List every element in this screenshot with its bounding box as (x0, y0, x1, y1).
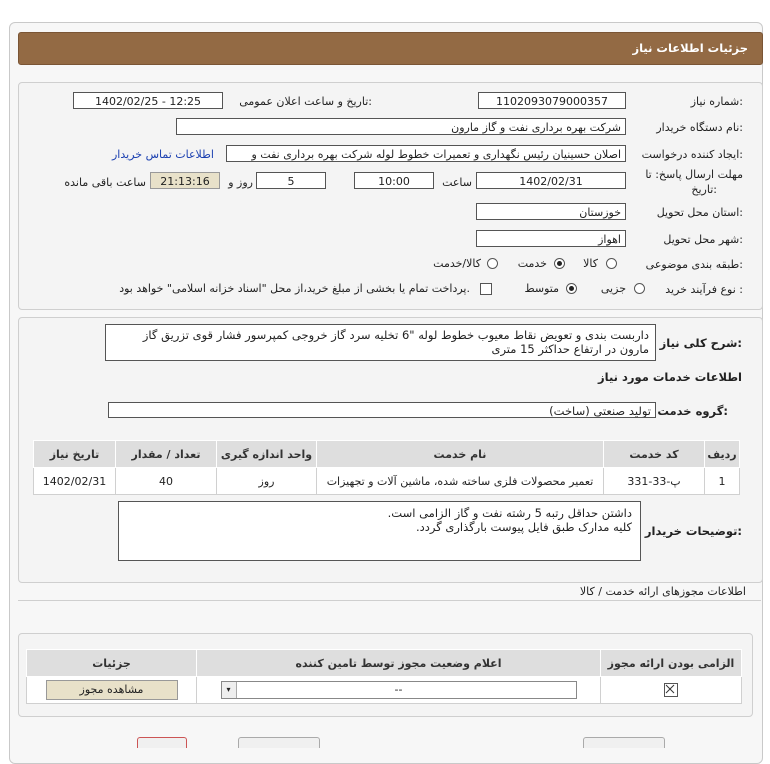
permits-table: الزامی بودن ارائه مجوز اعلام وضعیت مجوز … (26, 649, 742, 704)
process-option-minor: جزیی (600, 282, 626, 295)
buyer-label: نام دستگاه خریدار: (656, 121, 743, 134)
remaining-label: ساعت باقی مانده (64, 176, 146, 189)
deadline-time-field: 10:00 (354, 172, 434, 189)
deadline-label-date: تاریخ: (691, 183, 717, 196)
deadline-label: مهلت ارسال پاسخ: تا (645, 168, 743, 181)
process-radio-minor[interactable] (634, 283, 645, 294)
buyer-notes-label: توضیحات خریدار: (644, 524, 742, 538)
category-radio-service[interactable] (554, 258, 565, 269)
col-name: نام خدمت (316, 440, 604, 468)
city-label: شهر محل تحویل: (663, 233, 743, 246)
service-group-label: گروه خدمت: (657, 404, 728, 418)
category-radio-goods[interactable] (606, 258, 617, 269)
city-field: اهواز (476, 230, 626, 247)
process-option-medium: متوسط (524, 282, 559, 295)
permits-table-header: الزامی بودن ارائه مجوز اعلام وضعیت مجوز … (26, 649, 742, 677)
bottom-button-left[interactable] (137, 737, 187, 748)
permit-status-value: -- (394, 683, 403, 696)
services-section-title: اطلاعات خدمات مورد نیاز (598, 370, 742, 384)
required-cell (600, 676, 742, 704)
page-header: جزئیات اطلاعات نیاز (18, 32, 763, 65)
description-field: داربست بندی و تعویض نقاط معیوب خطوط لوله… (105, 324, 656, 361)
permits-section-title: اطلاعات مجوزهای ارائه خدمت / کالا (579, 585, 746, 598)
days-label: روز و (228, 176, 253, 189)
col-row: ردیف (704, 440, 740, 468)
requester-label: ایجاد کننده درخواست: (641, 148, 743, 161)
category-option-goods: کالا (583, 257, 598, 270)
need-number-field: 1102093079000357 (478, 92, 626, 109)
permits-divider (18, 600, 761, 601)
announce-label: تاریخ و ساعت اعلان عمومی: (239, 95, 372, 108)
description-label: شرح کلی نیاز: (659, 336, 742, 350)
col-unit: واحد اندازه گیری (216, 440, 317, 468)
buyer-notes-line-1: داشتن حداقل رتبه 5 رشته نفت و گاز الزامی… (387, 506, 632, 520)
cell-name: تعمیر محصولات فلزی ساخته شده، ماشین آلات… (316, 467, 604, 495)
col-status: اعلام وضعیت مجوز توسط تامین کننده (196, 649, 601, 677)
details-cell: مشاهده مجوز (26, 676, 197, 704)
service-group-field: تولید صنعتی (ساخت) (108, 402, 656, 418)
category-option-both: کالا/خدمت (433, 257, 481, 270)
province-field: خوزستان (476, 203, 626, 220)
buyer-notes-field: داشتن حداقل رتبه 5 رشته نفت و گاز الزامی… (118, 501, 641, 561)
need-number-label: شماره نیاز: (690, 95, 743, 108)
requester-field: اصلان حسینیان رئیس نگهداری و تعمیرات خطو… (226, 145, 626, 162)
col-qty: تعداد / مقدار (115, 440, 217, 468)
info-panel (18, 82, 763, 310)
table-row: 1 پ-33-331 تعمیر محصولات فلزی ساخته شده،… (33, 467, 740, 495)
services-table-header: ردیف کد خدمت نام خدمت واحد اندازه گیری ت… (33, 440, 740, 468)
services-table: ردیف کد خدمت نام خدمت واحد اندازه گیری ت… (33, 440, 740, 495)
col-details: جزئیات (26, 649, 197, 677)
remaining-time-field: 21:13:16 (150, 172, 220, 189)
buyer-notes-line-2: کلیه مدارک طبق فایل پیوست بارگذاری گردد. (416, 520, 632, 534)
col-required: الزامی بودن ارائه مجوز (600, 649, 742, 677)
page-title: جزئیات اطلاعات نیاز (632, 41, 748, 55)
view-permit-button[interactable]: مشاهده مجوز (45, 680, 178, 700)
required-checkbox (664, 683, 678, 697)
col-date: تاریخ نیاز (33, 440, 116, 468)
chevron-down-icon: ▾ (221, 682, 237, 698)
process-radio-medium[interactable] (566, 283, 577, 294)
contact-buyer-link[interactable]: اطلاعات تماس خریدار (112, 148, 214, 161)
status-cell: -- ▾ (196, 676, 601, 704)
cell-unit: روز (216, 467, 317, 495)
permit-row: -- ▾ مشاهده مجوز (26, 676, 742, 704)
permit-status-select[interactable]: -- ▾ (220, 681, 577, 699)
cell-row: 1 (704, 467, 740, 495)
payment-note: پرداخت تمام یا بخشی از مبلغ خرید،از محل … (119, 282, 470, 295)
col-code: کد خدمت (603, 440, 705, 468)
province-label: استان محل تحویل: (656, 206, 743, 219)
cell-qty: 40 (115, 467, 217, 495)
cell-code: پ-33-331 (603, 467, 705, 495)
category-label: طبقه بندی موضوعی: (645, 258, 743, 271)
category-radio-both[interactable] (487, 258, 498, 269)
bottom-button-mid[interactable] (238, 737, 320, 748)
days-field: 5 (256, 172, 326, 189)
process-label: نوع فرآیند خرید : (665, 283, 743, 296)
category-option-service: خدمت (517, 257, 547, 270)
announce-field: 1402/02/25 - 12:25 (73, 92, 223, 109)
buyer-field: شرکت بهره برداری نفت و گاز مارون (176, 118, 626, 135)
bottom-button-right[interactable] (583, 737, 665, 748)
deadline-date-field: 1402/02/31 (476, 172, 626, 189)
cell-date: 1402/02/31 (33, 467, 116, 495)
payment-checkbox[interactable] (480, 283, 492, 295)
time-label: ساعت (442, 176, 472, 189)
